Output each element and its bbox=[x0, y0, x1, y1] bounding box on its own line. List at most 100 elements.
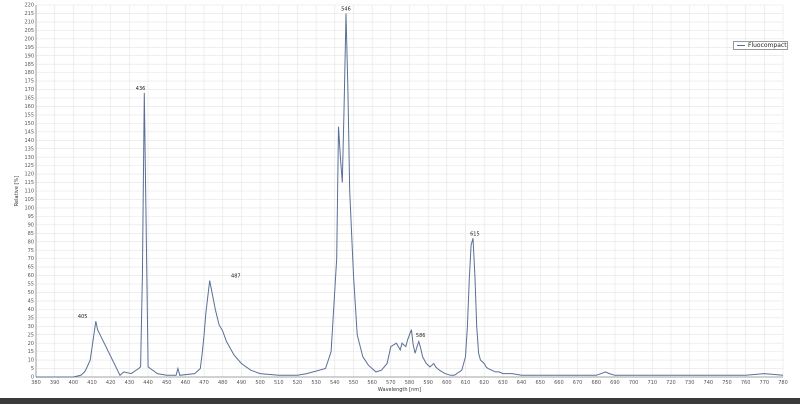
x-tick-label: 540 bbox=[330, 380, 340, 386]
y-tick-label: 105 bbox=[24, 197, 34, 203]
peak-label: 436 bbox=[136, 86, 146, 92]
y-tick-label: 35 bbox=[28, 315, 34, 321]
x-tick-label: 720 bbox=[666, 380, 676, 386]
x-tick-label: 570 bbox=[386, 380, 396, 386]
x-tick-label: 750 bbox=[722, 380, 732, 386]
legend-swatch bbox=[737, 45, 745, 46]
x-tick-label: 590 bbox=[423, 380, 433, 386]
x-tick-label: 580 bbox=[405, 380, 415, 386]
peak-label: 586 bbox=[416, 333, 426, 339]
y-tick-label: 45 bbox=[28, 299, 34, 305]
x-tick-label: 560 bbox=[367, 380, 377, 386]
y-tick-label: 55 bbox=[28, 282, 34, 288]
y-tick-label: 100 bbox=[24, 206, 34, 212]
y-tick-label: 175 bbox=[24, 79, 34, 85]
y-tick-label: 40 bbox=[28, 307, 34, 313]
y-tick-label: 125 bbox=[24, 163, 34, 169]
y-tick-label: 160 bbox=[24, 104, 34, 110]
x-tick-label: 530 bbox=[311, 380, 321, 386]
y-tick-label: 60 bbox=[28, 273, 34, 279]
x-tick-label: 730 bbox=[685, 380, 695, 386]
y-tick-label: 135 bbox=[24, 146, 34, 152]
x-tick-label: 470 bbox=[199, 380, 209, 386]
x-tick-label: 510 bbox=[274, 380, 284, 386]
x-axis-title: Wavelength [nm] bbox=[378, 387, 421, 393]
x-tick-label: 610 bbox=[461, 380, 471, 386]
y-axis-title: Relative [%] bbox=[14, 176, 20, 206]
x-tick-label: 520 bbox=[293, 380, 303, 386]
y-tick-label: 165 bbox=[24, 96, 34, 102]
y-tick-label: 75 bbox=[28, 248, 34, 254]
x-tick-label: 400 bbox=[69, 380, 79, 386]
spectrum-chart: 0510152025303540455055606570758085909510… bbox=[14, 3, 788, 393]
x-tick-label: 740 bbox=[704, 380, 714, 386]
grid bbox=[35, 4, 784, 378]
x-tick-label: 390 bbox=[50, 380, 60, 386]
y-tick-label: 205 bbox=[24, 28, 34, 34]
y-tick-label: 50 bbox=[28, 290, 34, 296]
y-tick-label: 5 bbox=[31, 366, 34, 372]
x-tick-label: 550 bbox=[349, 380, 359, 386]
x-tick-label: 650 bbox=[535, 380, 545, 386]
x-tick-label: 630 bbox=[498, 380, 508, 386]
peak-label: 615 bbox=[470, 231, 480, 237]
y-tick-label: 130 bbox=[24, 155, 34, 161]
peak-label: 405 bbox=[78, 314, 88, 320]
x-tick-label: 500 bbox=[255, 380, 265, 386]
y-tick-label: 185 bbox=[24, 62, 34, 68]
x-tick-label: 620 bbox=[479, 380, 489, 386]
y-tick-label: 145 bbox=[24, 129, 34, 135]
y-tick-label: 80 bbox=[28, 239, 34, 245]
y-tick-label: 195 bbox=[24, 45, 34, 51]
x-tick-label: 770 bbox=[760, 380, 770, 386]
peak-label: 487 bbox=[231, 274, 241, 280]
y-tick-label: 190 bbox=[24, 53, 34, 59]
x-tick-labels: 380 390 400 410 420 430 440 450 460 470 480 490 500 5… bbox=[31, 380, 788, 386]
x-tick-label: 660 bbox=[554, 380, 564, 386]
x-tick-label: 460 bbox=[181, 380, 191, 386]
y-tick-label: 210 bbox=[24, 20, 34, 26]
x-tick-label: 440 bbox=[143, 380, 153, 386]
y-tick-label: 70 bbox=[28, 256, 34, 262]
x-tick-label: 410 bbox=[87, 380, 97, 386]
x-tick-label: 380 bbox=[31, 380, 41, 386]
x-tick-label: 430 bbox=[125, 380, 135, 386]
y-tick-label: 85 bbox=[28, 231, 34, 237]
x-tick-label: 640 bbox=[517, 380, 527, 386]
x-tick-label: 670 bbox=[573, 380, 583, 386]
y-tick-label: 220 bbox=[24, 3, 34, 9]
x-tick-label: 480 bbox=[218, 380, 228, 386]
x-tick-label: 700 bbox=[629, 380, 639, 386]
y-tick-label: 180 bbox=[24, 70, 34, 76]
x-tick-label: 450 bbox=[162, 380, 172, 386]
x-tick-label: 420 bbox=[106, 380, 116, 386]
y-tick-label: 215 bbox=[24, 11, 34, 17]
x-tick-label: 780 bbox=[778, 380, 788, 386]
y-tick-label: 170 bbox=[24, 87, 34, 93]
bottom-bar bbox=[0, 398, 800, 404]
legend: Fluocompact bbox=[733, 41, 788, 50]
x-tick-label: 710 bbox=[648, 380, 658, 386]
y-tick-label: 15 bbox=[28, 349, 34, 355]
y-tick-label: 115 bbox=[24, 180, 34, 186]
x-tick-label: 490 bbox=[237, 380, 247, 386]
y-tick-label: 120 bbox=[24, 172, 34, 178]
y-tick-label: 200 bbox=[24, 36, 34, 42]
y-tick-label: 140 bbox=[24, 138, 34, 144]
y-tick-label: 10 bbox=[28, 358, 34, 364]
legend-label: Fluocompact bbox=[748, 42, 787, 49]
y-tick-label: 155 bbox=[24, 113, 34, 119]
y-tick-labels: 0510152025303540455055606570758085909510… bbox=[24, 3, 34, 381]
y-tick-label: 30 bbox=[28, 324, 34, 330]
x-tick-label: 760 bbox=[741, 380, 751, 386]
y-tick-label: 90 bbox=[28, 222, 34, 228]
x-tick-label: 690 bbox=[610, 380, 620, 386]
x-tick-label: 680 bbox=[591, 380, 601, 386]
y-tick-label: 150 bbox=[24, 121, 34, 127]
y-tick-label: 95 bbox=[28, 214, 34, 220]
y-tick-label: 20 bbox=[28, 341, 34, 347]
y-tick-label: 65 bbox=[28, 265, 34, 271]
peak-label: 546 bbox=[341, 6, 351, 12]
x-tick-label: 600 bbox=[442, 380, 452, 386]
y-tick-label: 110 bbox=[24, 189, 34, 195]
